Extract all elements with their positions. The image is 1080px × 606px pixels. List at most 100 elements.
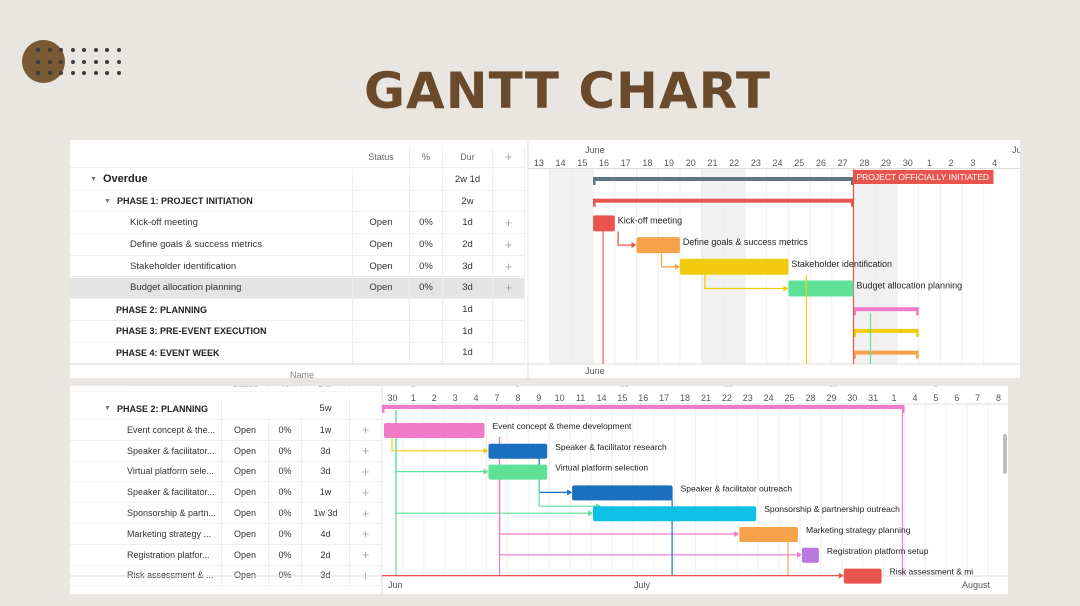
- day-tick-label: 5: [933, 393, 938, 403]
- summary-bar-cap: [593, 198, 596, 207]
- task-bar: [572, 485, 673, 501]
- day-tick-label: 1: [927, 158, 932, 168]
- task-bar-label: Stakeholder identification: [791, 259, 892, 269]
- day-tick-label: 22: [729, 158, 739, 168]
- day-tick-label: 30: [903, 158, 913, 168]
- day-tick-label: 2: [432, 393, 437, 403]
- day-tick-label: 16: [638, 393, 648, 403]
- decorative-dot: [82, 48, 86, 52]
- decorative-dot: [70, 48, 75, 52]
- day-tick-label: 4: [474, 393, 479, 403]
- day-tick-label: 7: [494, 393, 499, 403]
- summary-bar: [382, 405, 905, 409]
- task-bar: [802, 547, 819, 563]
- day-tick-label: 10: [555, 393, 565, 403]
- day-tick-label: 21: [707, 158, 717, 168]
- day-tick-label: 14: [556, 158, 566, 168]
- day-tick-label: 18: [680, 393, 690, 403]
- task-bar: [488, 443, 548, 459]
- gantt-panel-top: Status% Dur + ▼ Overdue 2w 1d ▼ PHASE 1: PROJEC…: [70, 140, 1020, 378]
- milestone-label: PROJECT OFFICIALLY INITIATED: [857, 172, 990, 182]
- day-tick-label: 15: [577, 158, 587, 168]
- day-tick-label: 16: [599, 158, 609, 168]
- day-tick-label: 13: [534, 158, 544, 168]
- task-bar-label: Risk assessment & mi: [890, 567, 974, 577]
- day-tick-label: 26: [816, 158, 826, 168]
- week-label: 6: [933, 386, 938, 389]
- page-title: GANTT CHART: [364, 62, 771, 120]
- day-tick-label: 25: [785, 393, 795, 403]
- task-bar-label: Speaker & facilitator outreach: [681, 483, 793, 493]
- day-tick-label: 30: [847, 393, 857, 403]
- day-tick-label: 24: [773, 158, 783, 168]
- gantt-timeline-bottom: 2916233063012347891011141516171821222324…: [70, 386, 1008, 594]
- task-bar: [384, 423, 485, 438]
- task-bar-label: Speaker & facilitator research: [555, 442, 667, 452]
- task-bar: [593, 215, 615, 232]
- day-tick-label: 15: [617, 393, 627, 403]
- day-tick-label: 18: [642, 158, 652, 168]
- day-tick-label: 23: [743, 393, 753, 403]
- task-bar-label: Kick-off meeting: [618, 215, 682, 225]
- week-label: 23: [724, 386, 733, 389]
- task-bar-label: Budget allocation planning: [857, 281, 963, 291]
- day-tick-label: 4: [912, 393, 917, 403]
- summary-bar-cap: [593, 177, 596, 185]
- day-tick-label: 29: [826, 393, 836, 403]
- day-tick-label: 7: [975, 393, 980, 403]
- month-label: August: [962, 580, 991, 590]
- day-tick-label: 28: [859, 158, 869, 168]
- week-label: 16: [620, 386, 629, 389]
- day-tick-label: 20: [686, 158, 696, 168]
- week-label: 9: [515, 386, 520, 389]
- day-tick-label: 28: [805, 393, 815, 403]
- day-tick-label: 31: [868, 393, 878, 403]
- day-tick-label: 3: [453, 393, 458, 403]
- summary-bar: [593, 177, 854, 181]
- day-tick-label: 1: [411, 393, 416, 403]
- summary-bar: [593, 198, 854, 203]
- day-tick-label: 3: [970, 158, 975, 168]
- summary-bar: [853, 350, 919, 355]
- month-label: Ju: [1012, 145, 1020, 155]
- day-tick-label: 29: [881, 158, 891, 168]
- footer-month-label: June: [585, 366, 605, 376]
- task-bar-label: Define goals & success metrics: [683, 237, 809, 247]
- month-label: June: [585, 145, 605, 155]
- task-bar-label: Virtual platform selection: [555, 463, 648, 473]
- task-bar: [843, 568, 882, 584]
- decorative-dot: [105, 48, 109, 52]
- month-label: July: [634, 580, 651, 590]
- day-tick-label: 2: [949, 158, 954, 168]
- task-bar-label: Marketing strategy planning: [806, 525, 911, 535]
- day-tick-label: 6: [954, 393, 959, 403]
- task-bar-label: Sponsorship & partnership outreach: [764, 504, 900, 514]
- task-bar: [593, 506, 757, 522]
- gantt-timeline: June Ju13 14 15 16 17 18 19 20 21 22 23 24 25 26 27 28 29…: [70, 140, 1020, 378]
- decorative-dot: [93, 48, 98, 52]
- day-tick-label: 17: [659, 393, 669, 403]
- day-tick-label: 8: [996, 393, 1001, 403]
- task-bar: [788, 280, 854, 297]
- task-bar: [488, 464, 548, 480]
- decorative-dot: [47, 48, 52, 52]
- day-tick-label: 14: [596, 393, 606, 403]
- summary-bar-cap: [916, 328, 919, 337]
- day-tick-label: 21: [701, 393, 711, 403]
- task-bar: [679, 258, 789, 275]
- summary-bar: [853, 307, 919, 312]
- day-tick-label: 8: [515, 393, 520, 403]
- decorative-dot: [116, 48, 121, 52]
- task-bar: [636, 237, 680, 254]
- summary-bar-cap: [382, 405, 385, 413]
- summary-bar-cap: [916, 307, 919, 316]
- gantt-panel-bottom: Status%Dur▼PHASE 2: PLANNING5wEvent conc…: [70, 386, 1008, 594]
- month-label: Jun: [388, 580, 403, 590]
- day-tick-label: 27: [838, 158, 848, 168]
- day-tick-label: 11: [576, 393, 585, 403]
- day-tick-label: 23: [751, 158, 761, 168]
- day-tick-label: 17: [621, 158, 631, 168]
- day-tick-label: 1: [892, 393, 897, 403]
- scrollbar-thumb[interactable]: [1003, 434, 1007, 474]
- day-tick-label: 24: [764, 393, 774, 403]
